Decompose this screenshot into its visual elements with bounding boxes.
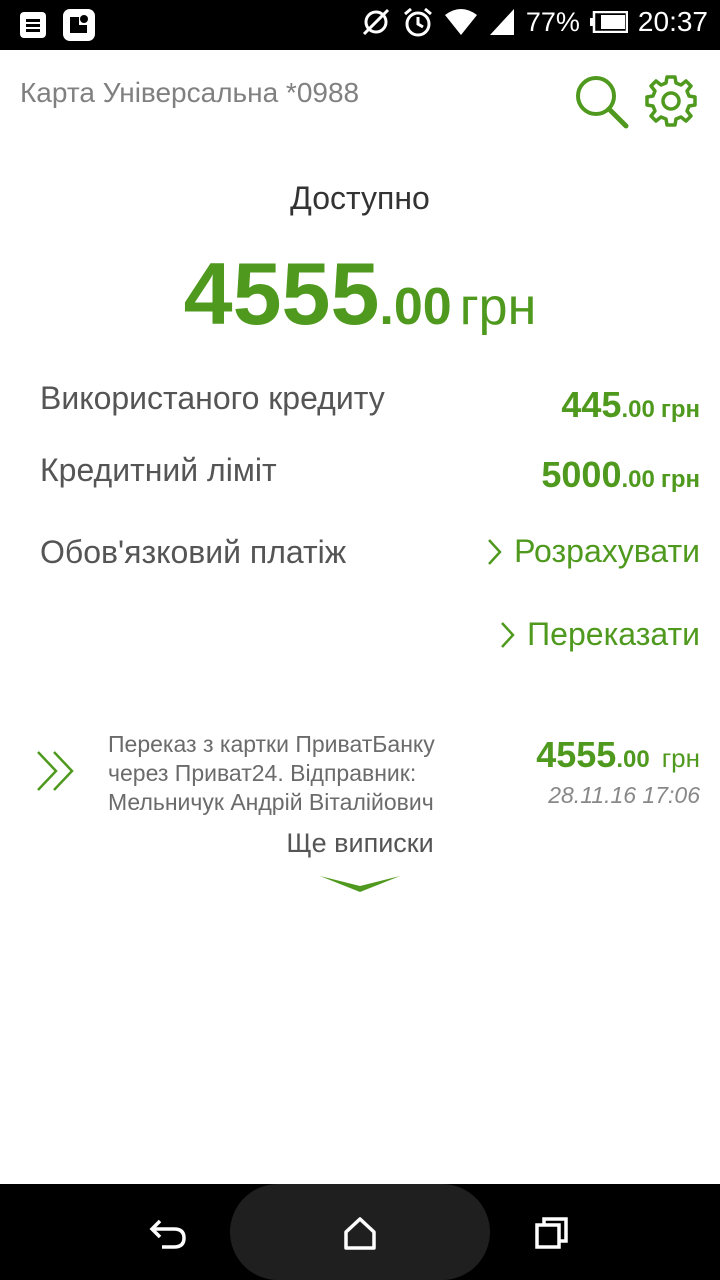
used-credit-amount: 445.00 грн [561,384,700,426]
gear-icon [645,75,697,127]
wifi-icon [444,7,478,37]
back-button[interactable] [143,1208,193,1258]
transaction-description: Переказ з картки ПриватБанку через Прива… [108,731,435,815]
recents-button[interactable] [527,1208,577,1258]
search-icon [576,76,629,129]
balance-currency: грн [459,278,537,336]
used-credit-label: Використаного кредиту [40,380,385,416]
navigation-bar [0,1184,720,1280]
clock: 20:37 [637,6,708,37]
battery-icon [589,11,628,33]
calculate-link-label: Розрахувати [514,533,700,569]
transaction-amount: 4555.00 грн [536,734,700,776]
card-title[interactable]: Карта Універсальна *0988 [20,77,359,109]
double-chevron-right-icon [37,751,74,791]
mandatory-payment-label: Обов'язковий платіж [40,534,347,570]
recents-icon [535,1217,568,1249]
sync-off-icon [360,6,392,38]
search-button[interactable] [572,72,630,130]
back-icon [149,1219,186,1249]
app-header: Карта Універсальна *0988 [0,50,720,140]
transaction-currency: грн [661,743,700,773]
calculate-link[interactable]: Розрахувати [486,533,700,570]
used-credit-integer: 445 [561,384,622,425]
used-credit-currency: грн [660,396,700,423]
balance-integer: 4555 [183,244,380,343]
used-credit-fraction: .00 [621,396,655,423]
more-statements-button[interactable]: Ще виписки [0,828,720,859]
status-bar: 77% 20:37 [0,0,720,50]
alarm-icon [402,6,434,38]
transfer-link-label: Переказати [527,616,700,652]
chevron-right-icon [501,621,515,648]
transaction-date: 28.11.16 17:06 [548,782,700,808]
credit-limit-fraction: .00 [621,466,655,493]
available-balance: 4555.00 грн [0,243,720,345]
notification-list-icon [18,10,48,40]
transaction-item[interactable]: Переказ з картки ПриватБанку через Прива… [0,728,720,818]
settings-button[interactable] [642,72,700,130]
home-button[interactable] [335,1208,385,1258]
chevron-right-icon [488,538,502,565]
privat24-app-icon [62,8,96,42]
credit-limit-label: Кредитний ліміт [40,452,277,488]
signal-icon [488,7,516,37]
used-credit-row: Використаного кредиту 445.00 грн [40,380,700,430]
available-label: Доступно [290,180,430,216]
transfer-link[interactable]: Переказати [499,616,700,653]
balance-fraction: .00 [379,278,452,336]
credit-limit-currency: грн [660,466,700,493]
credit-limit-row: Кредитний ліміт 5000.00 грн [40,452,700,502]
transaction-fraction: .00 [616,746,650,773]
home-icon [344,1217,376,1250]
transaction-integer: 4555 [536,734,617,775]
battery-percentage: 77% [525,6,580,37]
credit-limit-integer: 5000 [541,454,622,495]
chevron-down-icon[interactable] [318,872,402,896]
credit-limit-amount: 5000.00 грн [541,454,700,496]
